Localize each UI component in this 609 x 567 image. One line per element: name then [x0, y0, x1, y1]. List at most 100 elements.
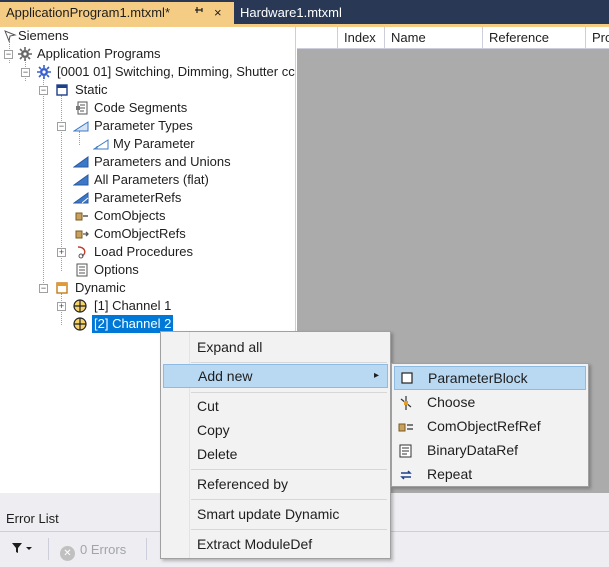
parameters-flat-icon — [72, 173, 89, 187]
column-header-index[interactable]: Index — [337, 27, 384, 49]
parameters-icon — [72, 155, 89, 169]
tree-item-options[interactable]: Options — [0, 261, 295, 279]
tree-item-parameters-and-unions[interactable]: Parameters and Unions — [0, 153, 295, 171]
menu-item-smart-update[interactable]: Smart update Dynamic — [163, 502, 388, 526]
dynamic-icon — [55, 281, 69, 295]
tree-item-my-parameter[interactable]: My Parameter — [0, 135, 295, 153]
tree-item-application-programs[interactable]: − Application Programs — [0, 45, 295, 63]
static-icon — [55, 83, 69, 97]
tree-item-label: Load Procedures — [94, 244, 194, 259]
errors-filter-button[interactable]: ✕ 0 Errors — [60, 540, 127, 561]
channel-icon — [73, 317, 87, 331]
menu-item-extract-moduledef[interactable]: Extract ModuleDef — [163, 532, 388, 556]
repeat-icon — [398, 466, 414, 482]
errors-count-label: 0 Errors — [80, 542, 127, 557]
choose-icon — [398, 394, 414, 410]
column-header-reference[interactable]: Reference — [482, 27, 585, 49]
grid-header: Index Name Reference Pro — [297, 27, 609, 49]
tree-item-code-segments[interactable]: Code Segments — [0, 99, 295, 117]
menu-item-copy[interactable]: Copy — [163, 418, 388, 442]
submenu-item-label: Choose — [427, 394, 476, 410]
submenu-item-binarydataref[interactable]: BinaryDataRef — [394, 438, 586, 462]
tree-item-dynamic[interactable]: − Dynamic — [0, 279, 295, 297]
tree-item-channel-1[interactable]: + [1] Channel 1 — [0, 297, 295, 315]
menu-item-expand-all[interactable]: Expand all — [163, 335, 388, 359]
submenu-item-repeat[interactable]: Repeat — [394, 462, 586, 486]
tree-item-static[interactable]: − Static — [0, 81, 295, 99]
tree-item-label: All Parameters (flat) — [94, 172, 209, 187]
expand-icon[interactable]: + — [57, 248, 66, 257]
parameter-types-icon — [72, 119, 89, 133]
error-list-title: Error List — [6, 511, 59, 526]
submenu-item-label: ParameterBlock — [428, 370, 528, 386]
tree-item-application-program[interactable]: − [0001 01] Switching, Dimming, Shutter … — [0, 63, 295, 81]
parameter-block-icon — [399, 370, 415, 386]
add-new-submenu: ParameterBlock Choose ComObjectRefRef Bi… — [391, 363, 589, 487]
submenu-item-comobjectrefref[interactable]: ComObjectRefRef — [394, 414, 586, 438]
comobjects-icon — [75, 209, 89, 223]
menu-separator — [191, 392, 387, 393]
tree-item-comobjects[interactable]: ComObjects — [0, 207, 295, 225]
close-tab-icon[interactable]: × — [214, 2, 222, 24]
tree-item-all-parameters[interactable]: All Parameters (flat) — [0, 171, 295, 189]
pin-icon[interactable] — [193, 2, 204, 24]
collapse-icon[interactable]: − — [21, 68, 30, 77]
column-header-pro[interactable]: Pro — [585, 27, 609, 49]
collapse-icon[interactable]: − — [4, 50, 13, 59]
tab-label: Hardware1.mtxml — [240, 5, 342, 20]
tree-item-label: [1] Channel 1 — [94, 298, 172, 313]
tree-item-label: Static — [75, 82, 108, 97]
expand-icon[interactable]: + — [57, 302, 66, 311]
tree-item-parameter-types[interactable]: − Parameter Types — [0, 117, 295, 135]
menu-separator — [191, 499, 387, 500]
menu-item-referenced-by[interactable]: Referenced by — [163, 472, 388, 496]
menu-separator — [191, 362, 387, 363]
tab-hardware[interactable]: Hardware1.mtxml — [234, 2, 348, 24]
gear-icon — [18, 47, 32, 61]
tree-item-label: ComObjects — [94, 208, 166, 223]
tree-item-label: Dynamic — [75, 280, 126, 295]
menu-separator — [191, 529, 387, 530]
tab-label: ApplicationProgram1.mtxml* — [6, 5, 171, 20]
toolbar-separator — [146, 538, 147, 560]
menu-item-add-new[interactable]: Add new ▸ — [163, 364, 388, 388]
gear-blue-icon — [37, 65, 51, 79]
tree-item-label: Parameters and Unions — [94, 154, 231, 169]
manufacturer-icon — [3, 29, 17, 43]
tree-item-label: Application Programs — [37, 46, 161, 61]
tree-item-label: Siemens — [18, 28, 69, 43]
submenu-item-choose[interactable]: Choose — [394, 390, 586, 414]
tree-item-label: [0001 01] Switching, Dimming, Shutter cc — [57, 64, 295, 79]
context-menu: Expand all Add new ▸ Cut Copy Delete Ref… — [160, 331, 391, 559]
load-procedures-icon — [75, 245, 89, 259]
menu-item-cut[interactable]: Cut — [163, 394, 388, 418]
collapse-icon[interactable]: − — [39, 86, 48, 95]
tab-application-program[interactable]: ApplicationProgram1.mtxml* × — [0, 2, 234, 24]
binary-data-ref-icon — [398, 442, 414, 458]
tree-item-label: ParameterRefs — [94, 190, 182, 205]
submenu-item-label: Repeat — [427, 466, 473, 482]
comobject-ref-ref-icon — [398, 418, 414, 434]
error-icon: ✕ — [60, 546, 75, 561]
tree-item-parameter-refs[interactable]: ParameterRefs — [0, 189, 295, 207]
collapse-icon[interactable]: − — [39, 284, 48, 293]
menu-item-delete[interactable]: Delete — [163, 442, 388, 466]
tree-item-load-procedures[interactable]: + Load Procedures — [0, 243, 295, 261]
column-header-blank[interactable] — [297, 27, 337, 49]
document-tab-strip: ApplicationProgram1.mtxml* × Hardware1.m… — [0, 0, 609, 27]
column-header-name[interactable]: Name — [384, 27, 482, 49]
menu-separator — [191, 469, 387, 470]
parameter-refs-icon — [72, 191, 89, 205]
toolbar-separator — [48, 538, 49, 560]
submenu-item-label: BinaryDataRef — [427, 442, 519, 458]
tree-item-label: My Parameter — [113, 136, 195, 151]
tree-item-label: ComObjectRefs — [94, 226, 186, 241]
tree-item-label: Parameter Types — [94, 118, 193, 133]
code-segments-icon — [75, 101, 89, 115]
tree-item-comobject-refs[interactable]: ComObjectRefs — [0, 225, 295, 243]
tree-item-label: Options — [94, 262, 139, 277]
tree-item-siemens[interactable]: Siemens — [0, 27, 295, 45]
filter-icon[interactable] — [12, 542, 34, 557]
collapse-icon[interactable]: − — [57, 122, 66, 131]
submenu-item-parameterblock[interactable]: ParameterBlock — [394, 366, 586, 390]
